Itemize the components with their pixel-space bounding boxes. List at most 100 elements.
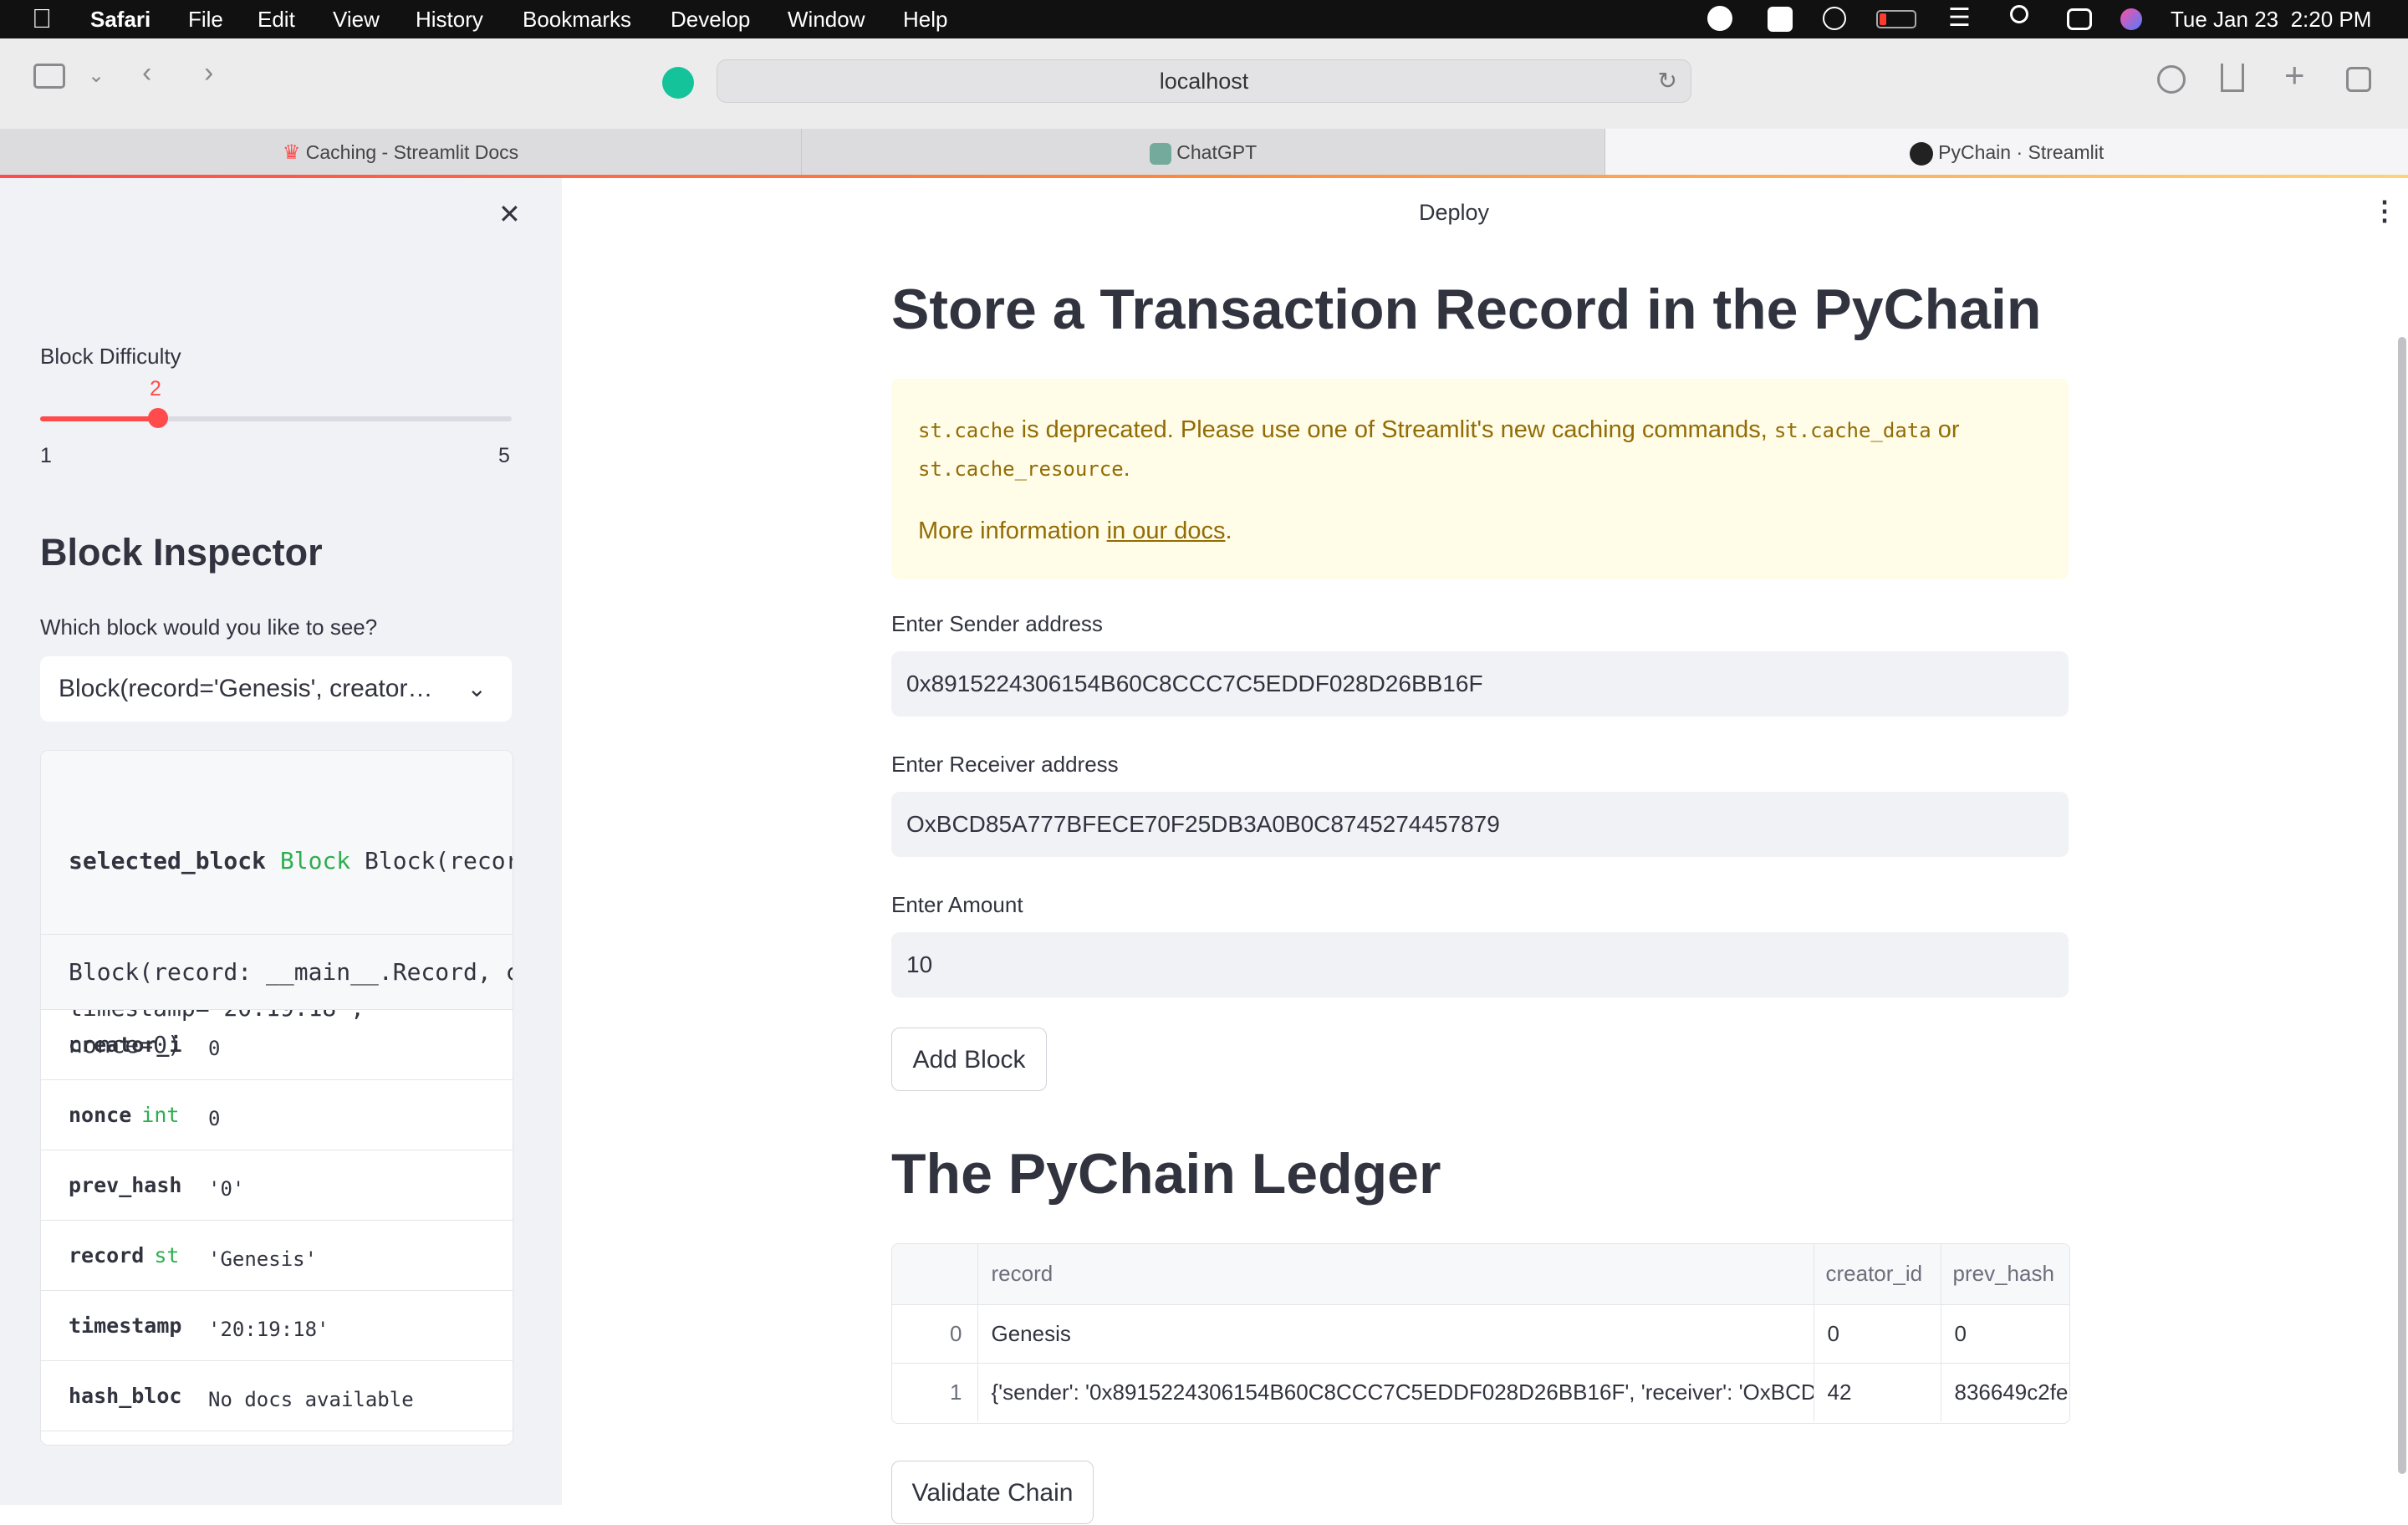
code-st-cache: st.cache	[918, 419, 1015, 442]
slider-min: 1	[40, 444, 52, 467]
more-options-icon[interactable]: ⋮	[2371, 195, 2398, 227]
table-row[interactable]: 1 {'sender': '0x8915224306154B60C8CCC7C5…	[892, 1363, 2069, 1421]
attribute-list: creator_ic 0 nonce int 0 prev_hash '0' record st…	[41, 1010, 513, 1431]
attribute-row: record str 'Genesis'	[41, 1221, 513, 1291]
slider-label: Block Difficulty	[40, 344, 181, 369]
prev-hash-header[interactable]: prev_hash	[1941, 1244, 2069, 1305]
deploy-button[interactable]: Deploy	[1419, 200, 1489, 226]
record-cell[interactable]: Genesis	[977, 1304, 1814, 1364]
new-tab-icon[interactable]: +	[2284, 55, 2305, 95]
creator-id-cell[interactable]: 42	[1814, 1363, 1941, 1421]
menu-bookmarks[interactable]: Bookmarks	[523, 7, 631, 33]
control-center-icon[interactable]	[2067, 8, 2092, 30]
forward-icon[interactable]: ›	[204, 57, 213, 89]
warning-text-or: or	[1931, 416, 1960, 443]
block-select[interactable]: Block(record='Genesis', creator… ⌄	[40, 656, 512, 722]
menu-file[interactable]: File	[188, 7, 223, 33]
object-type: Block	[279, 847, 351, 875]
attribute-name-text: nonce	[69, 1103, 132, 1127]
docs-link[interactable]: in our docs	[1107, 518, 1226, 544]
menu-help[interactable]: Help	[903, 7, 947, 33]
play-icon[interactable]	[1823, 7, 1846, 30]
menu-view[interactable]: View	[333, 7, 380, 33]
slider-max: 5	[498, 444, 510, 467]
receiver-address-input[interactable]: OxBCD85A777BFECE70F25DB3A0B0C87452744578…	[891, 792, 2069, 857]
receiver-address-value: OxBCD85A777BFECE70F25DB3A0B0C87452744578…	[906, 811, 1500, 837]
back-icon[interactable]: ‹	[142, 57, 151, 89]
menubar-datetime[interactable]: Tue Jan 23 2:20 PM	[2171, 7, 2371, 33]
url-text: localhost	[1159, 69, 1249, 94]
slider-handle[interactable]	[148, 408, 168, 428]
menu-develop[interactable]: Develop	[671, 7, 750, 33]
object-name: selected_block	[69, 847, 267, 875]
tab-chatgpt[interactable]: ChatGPT	[802, 129, 1605, 176]
grammarly-extension-icon[interactable]	[662, 67, 694, 99]
chevron-down-icon: ⌄	[467, 676, 487, 701]
attribute-type: int	[141, 1103, 180, 1127]
wifi-icon[interactable]: ☰	[1948, 3, 1971, 33]
search-icon[interactable]	[2010, 5, 2028, 23]
tab-label: PyChain · Streamlit	[1938, 141, 2104, 163]
select-value: Block(record='Genesis', creator…	[59, 675, 433, 702]
apple-icon[interactable]: 	[32, 3, 52, 34]
record-header[interactable]: record	[977, 1244, 1814, 1305]
sender-address-input[interactable]: 0x8915224306154B60C8CCC7C5EDDF028D26BB16…	[891, 651, 2069, 717]
attribute-value: 0	[208, 1037, 221, 1060]
app-menu-safari[interactable]: Safari	[90, 7, 150, 33]
attribute-value: '0'	[208, 1177, 245, 1201]
chevron-down-icon[interactable]: ⌄	[88, 64, 105, 88]
record-cell[interactable]: {'sender': '0x8915224306154B60C8CCC7C5ED…	[977, 1363, 1814, 1421]
row-index: 1	[892, 1363, 978, 1421]
amount-input[interactable]: 10	[891, 932, 2069, 997]
table-row[interactable]: 0 Genesis 0 0	[892, 1304, 2069, 1364]
menu-edit[interactable]: Edit	[258, 7, 295, 33]
attribute-value: '20:19:18'	[208, 1318, 329, 1341]
sender-address-value: 0x8915224306154B60C8CCC7C5EDDF028D26BB16…	[906, 671, 1483, 696]
attribute-value: 'Genesis'	[208, 1247, 318, 1271]
siri-icon[interactable]	[2120, 8, 2142, 30]
more-info-suffix: .	[1225, 518, 1232, 544]
menu-history[interactable]: History	[416, 7, 483, 33]
creator-id-cell[interactable]: 0	[1814, 1304, 1941, 1364]
attribute-type: str	[154, 1243, 182, 1267]
tab-overview-icon[interactable]	[2346, 67, 2371, 92]
index-header[interactable]	[892, 1244, 978, 1305]
chatgpt-icon	[1149, 142, 1171, 165]
slider-value: 2	[150, 377, 161, 400]
ledger-table[interactable]: record creator_id prev_hash 0 Genesis 0 …	[891, 1243, 2070, 1424]
attribute-name: prev_hash	[69, 1150, 182, 1220]
attribute-row: timestamp '20:19:18'	[41, 1291, 513, 1361]
object-repr-head: Block(recor	[365, 847, 513, 875]
difficulty-slider[interactable]	[40, 408, 512, 428]
tab-caching-docs[interactable]: ♛ Caching - Streamlit Docs	[0, 129, 802, 176]
attribute-value: 0	[208, 1107, 221, 1130]
close-sidebar-icon[interactable]: ✕	[498, 198, 521, 230]
downloads-icon[interactable]	[2157, 65, 2186, 94]
attribute-row: nonce int 0	[41, 1080, 513, 1150]
scrollbar[interactable]	[2398, 337, 2406, 1474]
share-icon[interactable]	[2221, 64, 2244, 92]
sidebar-toggle-icon[interactable]	[33, 64, 65, 89]
drive-icon[interactable]	[1768, 7, 1793, 32]
creator-id-header[interactable]: creator_id	[1814, 1244, 1941, 1305]
attribute-row: prev_hash '0'	[41, 1150, 513, 1221]
battery-icon[interactable]	[1876, 10, 1916, 28]
validate-chain-button[interactable]: Validate Chain	[891, 1461, 1094, 1524]
prev-hash-cell[interactable]: 836649c2fe(	[1941, 1363, 2070, 1421]
receiver-label: Enter Receiver address	[891, 752, 1119, 777]
row-index: 0	[892, 1304, 978, 1364]
attribute-name: timestamp	[69, 1291, 182, 1360]
object-header: selected_block Block Block(recor creator…	[41, 751, 513, 1058]
tab-pychain[interactable]: PyChain · Streamlit	[1605, 129, 2408, 176]
code-cache-resource: st.cache_resource	[918, 457, 1124, 481]
reload-icon[interactable]: ↻	[1658, 60, 1677, 102]
prev-hash-cell[interactable]: 0	[1941, 1304, 2069, 1364]
attribute-name: creator_ic	[69, 1010, 182, 1079]
warning-period: .	[1123, 455, 1130, 482]
attribute-value: No docs available	[208, 1388, 414, 1411]
deprecation-warning: st.cache is deprecated. Please use one o…	[891, 379, 2069, 579]
grammarly-icon[interactable]	[1707, 6, 1732, 31]
menu-window[interactable]: Window	[788, 7, 865, 33]
address-bar[interactable]: localhost ↻	[717, 59, 1691, 103]
add-block-button[interactable]: Add Block	[891, 1028, 1047, 1091]
